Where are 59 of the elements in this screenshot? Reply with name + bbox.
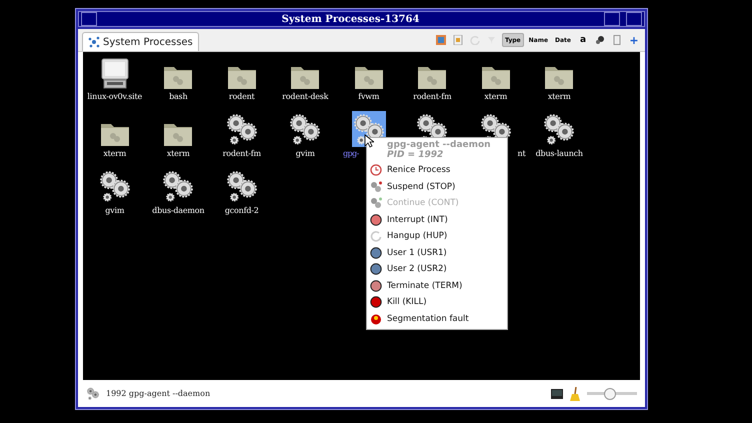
gears-icon — [370, 180, 382, 193]
icon-label[interactable]: gconfd-2 — [224, 206, 259, 215]
icon-label[interactable]: gvim — [296, 149, 315, 158]
menu-item[interactable]: User 2 (USR2) — [367, 261, 507, 278]
menu-title: gpg-agent --daemon — [386, 139, 492, 150]
refresh-icon — [370, 230, 382, 242]
icon-label[interactable]: rodent-desk — [282, 92, 328, 101]
icon-label[interactable]: bash — [169, 92, 188, 101]
menu-subtitle: PID = 1992 — [386, 150, 444, 162]
tab-label: System Processes — [103, 36, 193, 48]
dot-icon — [370, 246, 382, 259]
gears-icon — [86, 386, 100, 400]
slider-thumb[interactable] — [604, 388, 616, 400]
page-icon — [612, 35, 622, 45]
terminal-icon[interactable] — [551, 388, 563, 398]
menu-item[interactable]: Interrupt (INT) — [367, 212, 507, 228]
icon-label[interactable]: gvim — [105, 206, 124, 215]
window-menu-button[interactable] — [81, 12, 97, 26]
gears-icon — [370, 197, 382, 210]
menu-item[interactable]: Renice Process — [367, 162, 507, 178]
maximize-button[interactable] — [626, 12, 642, 26]
menu-item[interactable]: Terminate (TERM) — [367, 278, 507, 294]
menu-item[interactable]: Segmentation fault — [367, 310, 507, 327]
menu-item[interactable]: Hangup (HUP) — [367, 228, 507, 244]
menu-item[interactable]: User 1 (USR1) — [367, 244, 507, 261]
network-icon — [88, 36, 100, 48]
gear-icon — [595, 35, 605, 45]
window-title: System Processes-13764 — [280, 14, 420, 24]
broom-icon[interactable] — [569, 386, 581, 400]
icon-label[interactable]: rodent-fm — [413, 92, 452, 101]
minimize-button[interactable] — [604, 12, 620, 26]
clock-icon — [370, 164, 382, 176]
font-button[interactable]: a — [576, 33, 590, 47]
icon-label[interactable]: xterm — [166, 149, 190, 158]
status-text: 1992 gpg-agent --daemon — [106, 389, 212, 398]
icon-label[interactable]: fvwm — [358, 92, 380, 101]
icon-label[interactable]: rodent-fm — [222, 149, 261, 158]
grid-icon — [436, 35, 446, 45]
refresh-icon — [470, 35, 480, 45]
dot-icon — [370, 263, 382, 276]
bomb-icon — [370, 312, 382, 325]
icon-label[interactable]: linux-ov0v.site — [87, 92, 142, 101]
icon-label[interactable]: dbus-daemon — [152, 206, 204, 215]
menu-item[interactable]: Suspend (STOP) — [367, 178, 507, 195]
dot-icon — [370, 280, 382, 292]
icon-label[interactable]: gpg- — [337, 149, 359, 158]
grid-button[interactable] — [434, 33, 448, 47]
dot-icon — [370, 214, 382, 226]
menu-item[interactable]: Kill (KILL) — [367, 294, 507, 310]
add-button[interactable]: + — [627, 33, 641, 47]
icon-label[interactable]: xterm — [548, 92, 571, 101]
icon-label[interactable]: dbus-launch — [536, 149, 583, 158]
gear-button[interactable] — [593, 33, 607, 47]
icon-label[interactable]: rodent — [228, 92, 255, 101]
icon-label[interactable]: xterm — [103, 149, 126, 158]
icon-label[interactable]: xterm — [484, 92, 508, 101]
dot-icon — [370, 296, 382, 308]
tab[interactable]: System Processes — [82, 32, 199, 51]
note-icon — [452, 35, 463, 45]
